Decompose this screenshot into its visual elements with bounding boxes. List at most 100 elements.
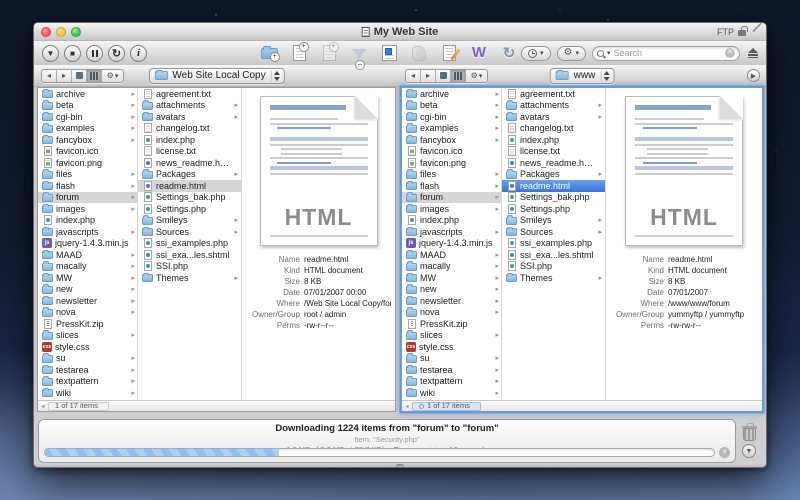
back-button[interactable]: ◂ xyxy=(42,70,57,82)
file-row[interactable]: agreement.txt ▸ xyxy=(138,88,241,100)
file-row[interactable]: MW ▸ xyxy=(38,272,138,284)
file-row[interactable]: slices ▸ xyxy=(38,330,138,342)
go-button[interactable]: ▶ xyxy=(747,69,760,82)
actions-menu-button[interactable]: ⚙▾ xyxy=(557,46,586,61)
file-row[interactable]: index.php ▸ xyxy=(38,215,138,227)
file-row[interactable]: Sources ▸ xyxy=(138,226,241,238)
scroll-left-icon[interactable]: ◂ xyxy=(38,403,48,410)
file-row[interactable]: newsletter ▸ xyxy=(402,295,502,307)
file-row[interactable]: images ▸ xyxy=(38,203,138,215)
local-location-popup[interactable]: Web Site Local Copy xyxy=(148,68,284,84)
file-row[interactable]: Smileys ▸ xyxy=(138,215,241,227)
remote-location-popup[interactable]: www xyxy=(550,68,615,84)
file-row[interactable]: textpattern ▸ xyxy=(402,376,502,388)
file-row[interactable]: jquery-1.4.3.min.js ▸ xyxy=(38,238,138,250)
minimize-button[interactable] xyxy=(56,27,66,37)
column-view-button[interactable] xyxy=(87,70,102,82)
show-transfers-button[interactable]: ▼ xyxy=(742,444,756,458)
file-row[interactable]: Settings.php ▸ xyxy=(502,203,605,215)
file-row[interactable]: Smileys ▸ xyxy=(502,215,605,227)
file-row[interactable]: jquery-1.4.3.min.js ▸ xyxy=(402,238,502,250)
file-row[interactable]: changelog.txt ▸ xyxy=(138,123,241,135)
file-row[interactable]: index.php ▸ xyxy=(502,134,605,146)
search-input[interactable] xyxy=(614,48,722,58)
file-row[interactable]: examples ▸ xyxy=(402,123,502,135)
file-row[interactable]: files ▸ xyxy=(38,169,138,181)
file-row[interactable]: testarea ▸ xyxy=(38,364,138,376)
file-row[interactable]: cgi-bin ▸ xyxy=(402,111,502,123)
column-view-button[interactable] xyxy=(451,70,466,82)
webdav-icon[interactable] xyxy=(468,43,490,63)
file-row[interactable]: ssi_examples.php ▸ xyxy=(502,238,605,250)
file-row[interactable]: Settings_bak.php ▸ xyxy=(138,192,241,204)
file-row[interactable]: slices ▸ xyxy=(402,330,502,342)
filter-icon[interactable] xyxy=(348,43,370,63)
stop-icon[interactable] xyxy=(64,45,81,62)
disconnect-eject-button[interactable] xyxy=(746,47,760,59)
file-row[interactable]: forum ▸ xyxy=(38,192,138,204)
file-row[interactable]: SSI.php ▸ xyxy=(502,261,605,273)
pause-icon[interactable] xyxy=(86,45,103,62)
file-row[interactable]: su ▸ xyxy=(38,353,138,365)
file-row[interactable]: changelog.txt ▸ xyxy=(502,123,605,135)
file-row[interactable]: avatars ▸ xyxy=(138,111,241,123)
fullscreen-icon[interactable] xyxy=(753,23,762,32)
file-row[interactable]: license.txt ▸ xyxy=(502,146,605,158)
file-row[interactable]: style.css ▸ xyxy=(38,341,138,353)
file-row[interactable]: flash ▸ xyxy=(402,180,502,192)
title-bar[interactable]: My Web Site FTP xyxy=(34,23,766,41)
file-row[interactable]: news_readme.html ▸ xyxy=(502,157,605,169)
discard-icon[interactable] xyxy=(408,43,430,63)
back-button[interactable]: ◂ xyxy=(406,70,421,82)
file-row[interactable]: wiki ▸ xyxy=(402,387,502,399)
file-row[interactable]: macally ▸ xyxy=(402,261,502,273)
file-row[interactable]: index.php ▸ xyxy=(138,134,241,146)
file-row[interactable]: beta ▸ xyxy=(402,100,502,112)
file-row[interactable]: nova ▸ xyxy=(38,307,138,319)
sync-icon[interactable] xyxy=(498,43,520,63)
file-row[interactable]: examples ▸ xyxy=(38,123,138,135)
file-row[interactable]: Packages ▸ xyxy=(138,169,241,181)
close-button[interactable] xyxy=(41,27,51,37)
file-row[interactable]: nova ▸ xyxy=(402,307,502,319)
file-row[interactable]: archive ▸ xyxy=(402,88,502,100)
file-row[interactable]: su ▸ xyxy=(402,353,502,365)
file-row[interactable]: flash ▸ xyxy=(38,180,138,192)
new-remote-file-icon[interactable] xyxy=(318,43,340,63)
list-view-button[interactable] xyxy=(72,70,87,82)
file-row[interactable]: images ▸ xyxy=(402,203,502,215)
file-row[interactable]: attachments ▸ xyxy=(138,100,241,112)
file-row[interactable]: PressKit.zip ▸ xyxy=(402,318,502,330)
search-field[interactable]: ▾ ✕ xyxy=(592,46,740,61)
forward-button[interactable]: ▸ xyxy=(421,70,436,82)
trash-icon[interactable] xyxy=(742,424,757,441)
refresh-icon[interactable] xyxy=(108,45,125,62)
file-row[interactable]: PressKit.zip ▸ xyxy=(38,318,138,330)
view-options-button[interactable]: ⚙▾ xyxy=(466,70,487,82)
file-row[interactable]: favicon.png ▸ xyxy=(402,157,502,169)
file-row[interactable]: SSI.php ▸ xyxy=(138,261,241,273)
file-row[interactable]: cgi-bin ▸ xyxy=(38,111,138,123)
list-view-button[interactable] xyxy=(436,70,451,82)
tasks-icon[interactable] xyxy=(378,43,400,63)
file-row[interactable]: forum ▸ xyxy=(402,192,502,204)
file-row[interactable]: fancybox ▸ xyxy=(38,134,138,146)
file-row[interactable]: MAAD ▸ xyxy=(38,249,138,261)
file-row[interactable]: Themes ▸ xyxy=(138,272,241,284)
file-row[interactable]: readme.html ▸ xyxy=(502,180,605,192)
file-row[interactable]: Packages ▸ xyxy=(502,169,605,181)
file-row[interactable]: fancybox ▸ xyxy=(402,134,502,146)
file-row[interactable]: Settings.php ▸ xyxy=(138,203,241,215)
file-row[interactable]: readme.html ▸ xyxy=(138,180,241,192)
file-row[interactable]: license.txt ▸ xyxy=(138,146,241,158)
file-row[interactable]: javascripts ▸ xyxy=(402,226,502,238)
download-icon[interactable] xyxy=(42,45,59,62)
file-row[interactable]: ssi_examples.php ▸ xyxy=(138,238,241,250)
forward-button[interactable]: ▸ xyxy=(57,70,72,82)
file-row[interactable]: files ▸ xyxy=(402,169,502,181)
history-menu-button[interactable]: ▾ xyxy=(521,46,551,61)
resize-dimple[interactable] xyxy=(396,464,405,468)
file-row[interactable]: archive ▸ xyxy=(38,88,138,100)
file-row[interactable]: avatars ▸ xyxy=(502,111,605,123)
file-row[interactable]: Sources ▸ xyxy=(502,226,605,238)
